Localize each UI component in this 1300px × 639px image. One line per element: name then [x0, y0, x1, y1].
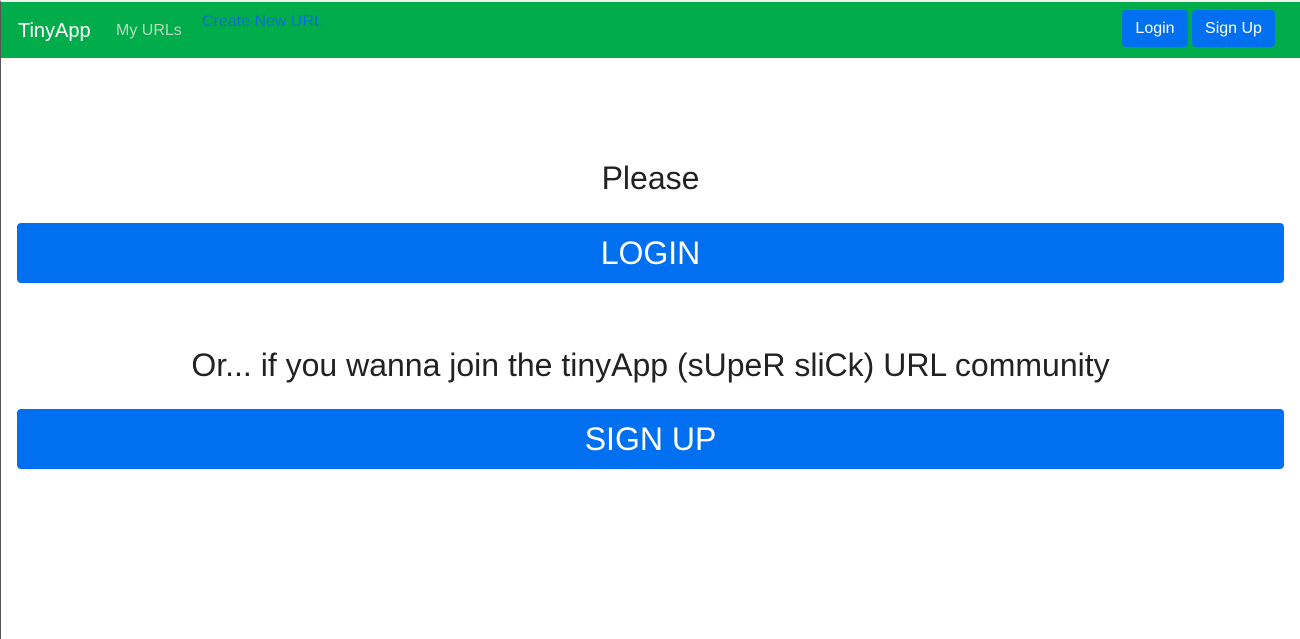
login-button[interactable]: LOGIN — [17, 223, 1284, 283]
nav-login-button[interactable]: Login — [1122, 10, 1188, 47]
navbar: TinyApp My URLs Create New URL Login Sig… — [1, 2, 1300, 58]
signup-prompt-heading: Or... if you wanna join the tinyApp (sUp… — [191, 347, 1110, 383]
page-frame: TinyApp My URLs Create New URL Login Sig… — [0, 0, 1300, 639]
nav-link-my-urls[interactable]: My URLs — [116, 21, 182, 41]
nav-link-create-new-url[interactable]: Create New URL — [202, 12, 323, 32]
signup-button[interactable]: SIGN UP — [17, 409, 1284, 469]
nav-signup-button[interactable]: Sign Up — [1192, 10, 1275, 47]
brand-link[interactable]: TinyApp — [18, 19, 91, 43]
please-heading: Please — [601, 160, 700, 196]
